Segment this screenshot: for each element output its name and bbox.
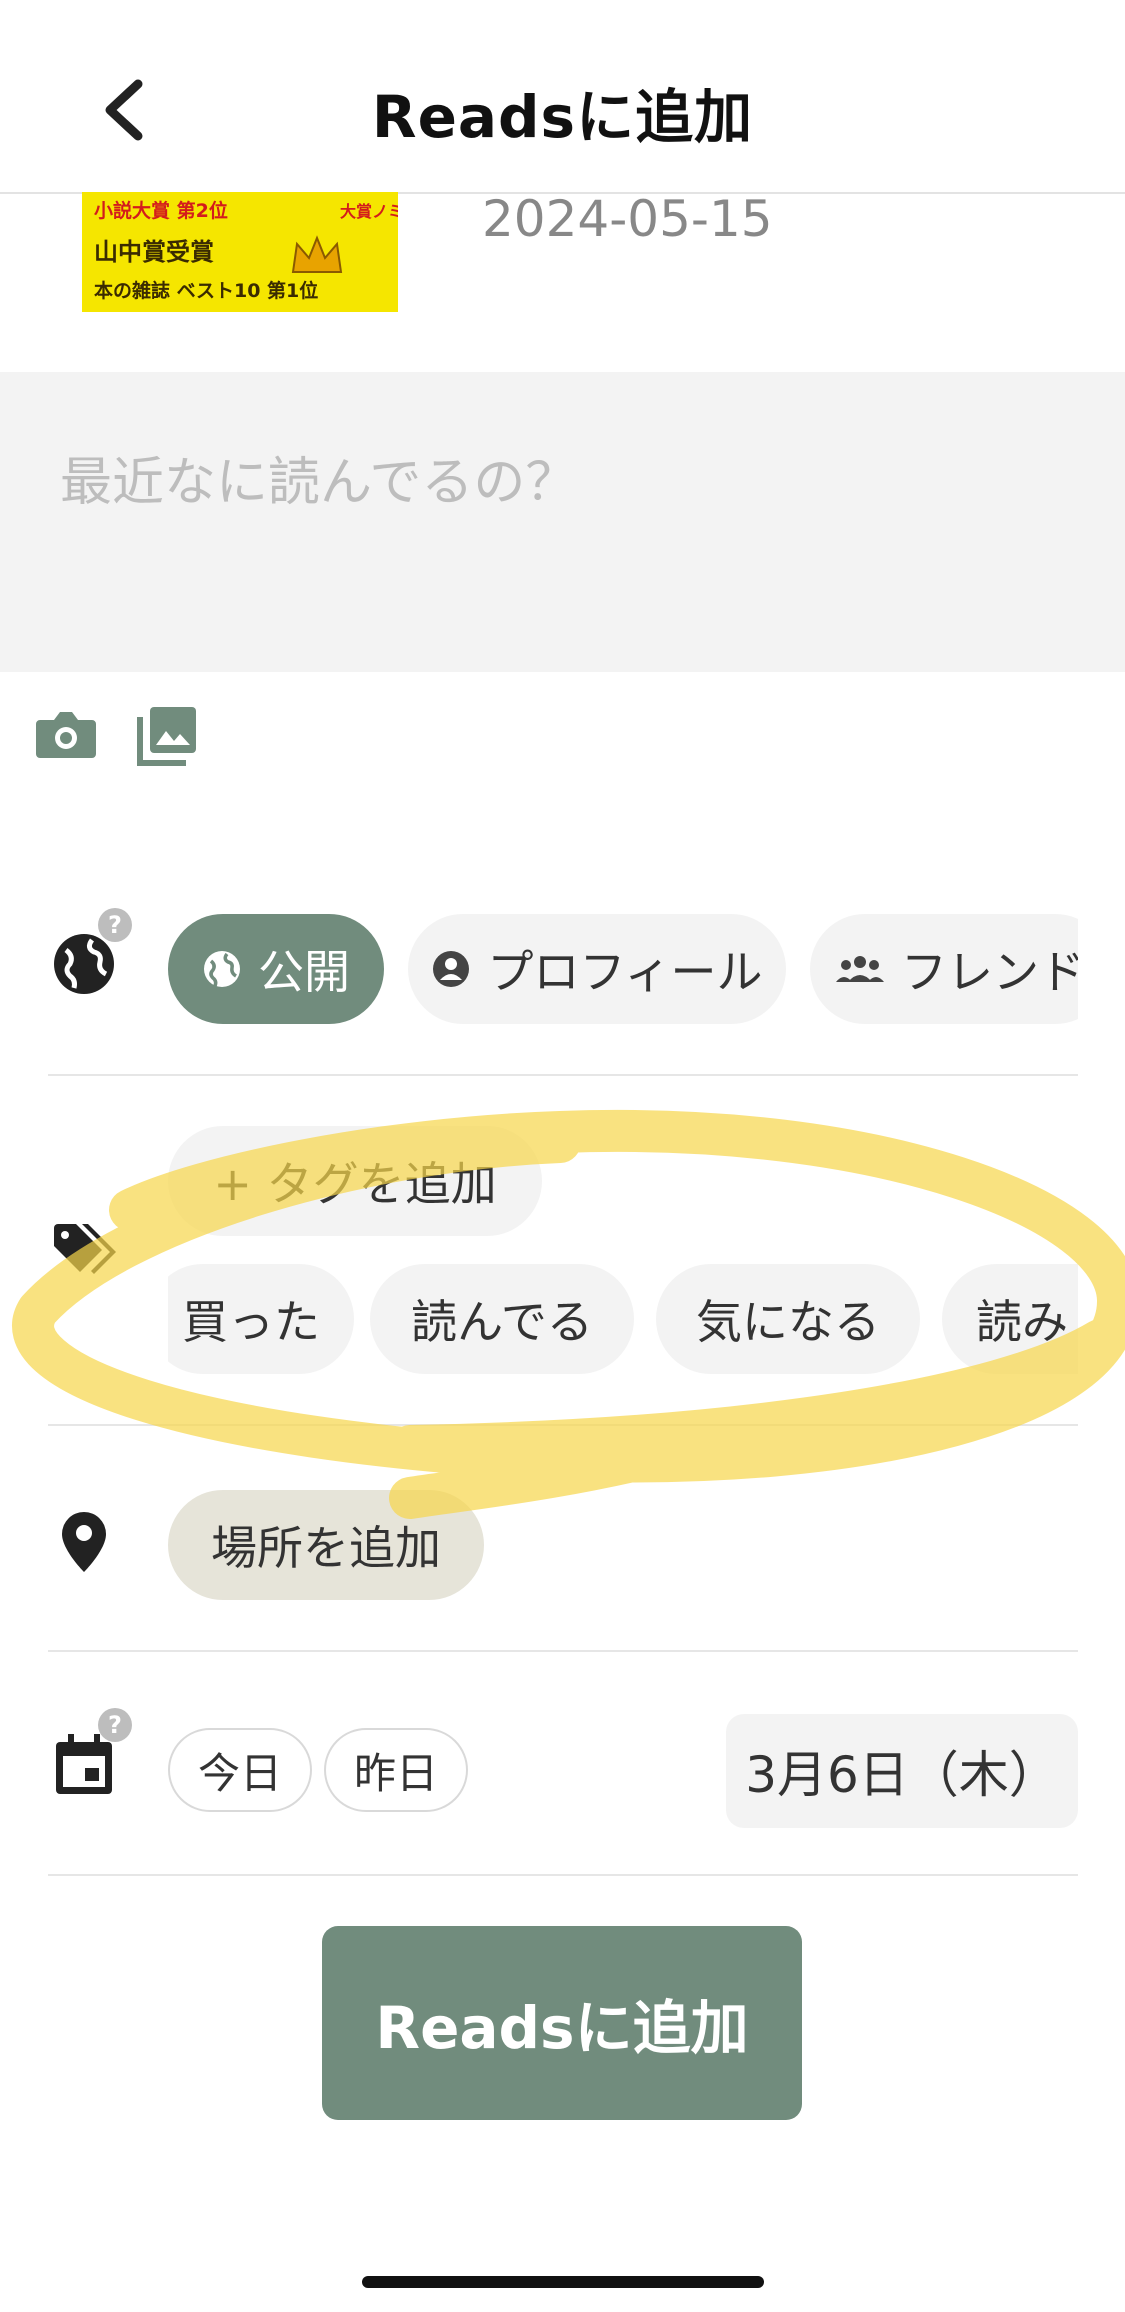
visibility-profile-chip[interactable]: プロフィール [408,914,786,1024]
visibility-help-icon[interactable]: ? [98,908,132,942]
cover-text-1: 小説大賞 第2位 [94,200,228,222]
tag-chip-interested[interactable]: 気になる [656,1264,920,1374]
globe-icon [54,934,114,994]
group-icon [835,952,885,986]
camera-button[interactable] [34,706,98,766]
location-pin-icon [62,1512,106,1572]
add-to-reads-button[interactable]: Readsに追加 [322,1926,802,2120]
date-help-icon[interactable]: ? [98,1708,132,1742]
date-picker[interactable]: 3月6日（木） [726,1714,1078,1828]
tags-row-icon [52,1222,118,1282]
divider [48,1874,1078,1876]
date-row-icon [54,1732,114,1800]
divider [48,1074,1078,1076]
tag-icon [54,1224,116,1274]
cover-text-2: 山中賞受賞 [94,238,214,266]
note-input[interactable] [0,372,1125,672]
account-circle-icon [431,949,471,989]
note-placeholder: 最近なに読んでるの？ [60,453,578,513]
tag-chip-read[interactable]: 読み [942,1264,1078,1374]
visibility-friend-label: フレンド [901,945,1078,999]
location-row-icon [60,1510,108,1578]
book-cover: 小説大賞 第2位 山中賞受賞 本の雑誌 ベスト10 第1位 大賞ノミネート [82,192,398,312]
page-title: Readsに追加 [371,83,754,151]
tag-chip-bought[interactable]: 買った [168,1264,354,1374]
cover-text-3: 本の雑誌 ベスト10 第1位 [94,280,319,302]
tag-suggestions: 買った 読んでる 気になる 読み [168,1260,1078,1380]
visibility-row-icon [52,932,116,1000]
visibility-friend-chip[interactable]: フレンド [810,914,1078,1024]
crown-icon [291,235,343,273]
visibility-public-label: 公開 [258,945,350,999]
camera-icon [36,712,96,758]
add-tag-button[interactable]: + タグを追加 [168,1126,542,1236]
yesterday-button[interactable]: 昨日 [324,1728,468,1812]
gallery-icon [137,707,196,766]
gallery-button[interactable] [136,703,200,771]
add-location-button[interactable]: 場所を追加 [168,1490,484,1600]
cover-text-side: 大賞ノミネート [340,202,398,221]
tag-chip-reading[interactable]: 読んでる [370,1264,634,1374]
calendar-icon [56,1734,112,1794]
globe-icon [202,949,242,989]
visibility-options: 公開 プロフィール フレンド [168,910,1078,1030]
divider [48,1650,1078,1652]
visibility-profile-label: プロフィール [487,945,763,999]
visibility-public-chip[interactable]: 公開 [168,914,384,1024]
divider [48,1424,1078,1426]
today-button[interactable]: 今日 [168,1728,312,1812]
home-indicator [362,2276,764,2288]
published-date: 2024-05-15 [482,190,773,248]
